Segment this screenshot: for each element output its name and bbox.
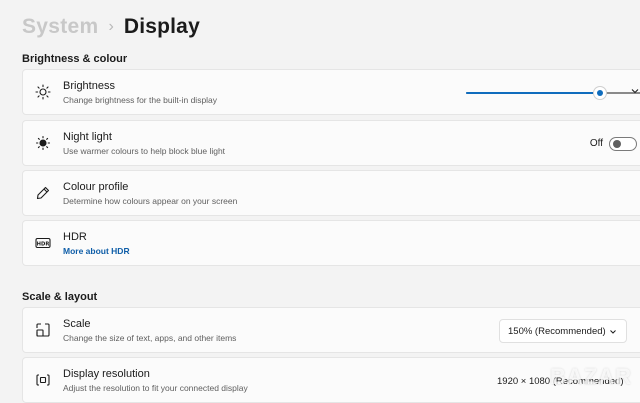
pen-icon	[35, 185, 51, 201]
scale-selected: 150% (Recommended)	[508, 325, 606, 337]
breadcrumb: System › Display	[22, 13, 200, 41]
watermark-logo: BAZAR	[550, 364, 632, 389]
scale-card: Scale Change the size of text, apps, and…	[22, 307, 640, 353]
breadcrumb-system[interactable]: System	[22, 15, 99, 39]
more-about-hdr-link[interactable]: More about HDR	[63, 246, 130, 256]
scale-title: Scale	[63, 318, 91, 330]
colour-profile-card[interactable]: Colour profile Determine how colours app…	[22, 170, 640, 216]
scale-description: Change the size of text, apps, and other…	[63, 333, 237, 343]
colour-profile-description: Determine how colours appear on your scr…	[63, 196, 238, 206]
section-brightness-colour: Brightness & colour	[22, 53, 128, 65]
svg-text:HDR: HDR	[37, 241, 50, 247]
sun-icon	[35, 84, 51, 100]
hdr-title: HDR	[63, 231, 87, 243]
night-light-toggle[interactable]	[609, 137, 637, 151]
night-light-description: Use warmer colours to help block blue li…	[63, 146, 226, 156]
display-resolution-description: Adjust the resolution to fit your connec…	[63, 383, 248, 393]
scale-icon	[35, 322, 51, 338]
breadcrumb-separator: ›	[108, 18, 114, 35]
resolution-icon	[35, 372, 51, 388]
page-title: Display	[123, 15, 200, 38]
night-light-card[interactable]: Night light Use warmer colours to help b…	[22, 120, 640, 166]
toggle-knob	[613, 140, 621, 148]
section-scale-layout: Scale & layout	[22, 291, 98, 303]
brightness-description: Change brightness for the built-in displ…	[63, 95, 218, 105]
scale-dropdown[interactable]: 150% (Recommended)	[499, 319, 627, 343]
colour-profile-title: Colour profile	[63, 181, 129, 193]
brightness-title: Brightness	[63, 80, 115, 92]
hdr-card[interactable]: HDR HDR More about HDR	[22, 220, 640, 266]
display-resolution-card: Display resolution Adjust the resolution…	[22, 357, 640, 403]
chevron-down-icon	[608, 327, 618, 337]
brightness-card: Brightness Change brightness for the bui…	[22, 69, 640, 115]
slider-thumb[interactable]	[594, 87, 607, 99]
chevron-down-icon[interactable]	[629, 85, 640, 97]
sun-dim-icon	[35, 135, 51, 151]
brightness-slider[interactable]	[466, 87, 640, 99]
display-resolution-title: Display resolution	[63, 368, 150, 380]
night-light-state: Off	[589, 138, 603, 149]
slider-fill	[466, 92, 601, 94]
hdr-icon: HDR	[35, 235, 51, 251]
night-light-title: Night light	[63, 131, 112, 143]
